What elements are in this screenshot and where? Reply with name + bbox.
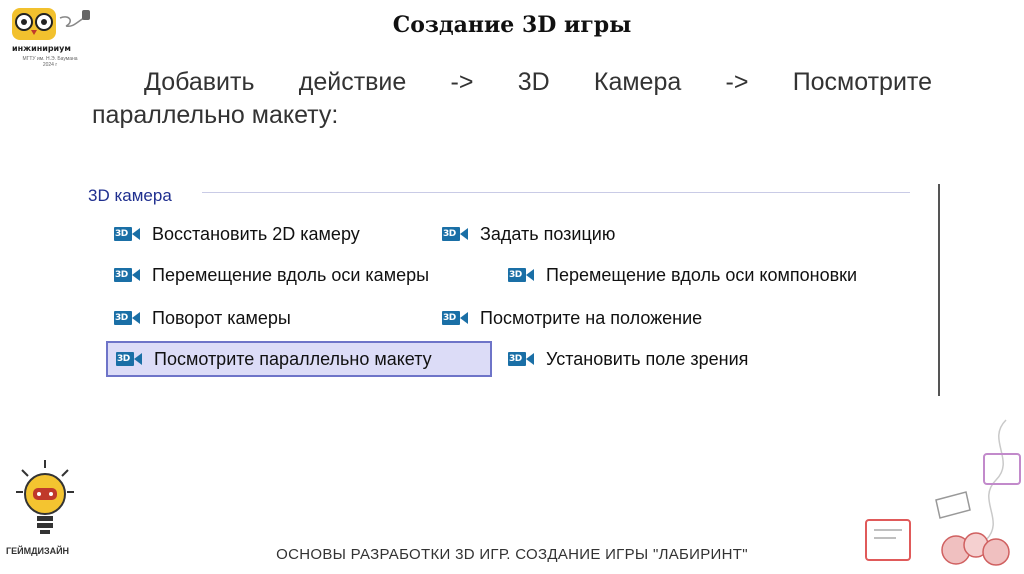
logo-name: инжинириум xyxy=(12,44,71,53)
intro-word: Камера xyxy=(593,68,682,96)
3d-camera-icon: 3D xyxy=(508,268,534,282)
3d-camera-icon: 3D xyxy=(116,352,142,366)
action-set-position[interactable]: 3D Задать позицию xyxy=(442,217,615,251)
action-label: Посмотрите параллельно макету xyxy=(154,348,432,369)
intro-line-1: Добавить действие -> 3D Камера -> Посмот… xyxy=(92,66,932,99)
gamepad-lightbulb-icon xyxy=(16,460,74,534)
action-look-parallel-to-layout[interactable]: 3D Посмотрите параллельно макету xyxy=(106,341,492,377)
decorative-doodle-icon xyxy=(865,419,1021,566)
3d-camera-icon: 3D xyxy=(114,311,140,325)
action-label: Установить поле зрения xyxy=(546,348,749,369)
panel-divider xyxy=(202,192,910,193)
action-look-at-position[interactable]: 3D Посмотрите на положение xyxy=(442,301,702,335)
intro-word: 3D xyxy=(517,68,550,96)
intro-word: -> xyxy=(450,68,474,96)
panel-title: 3D камера xyxy=(88,186,172,205)
action-label: Восстановить 2D камеру xyxy=(152,223,360,244)
3d-camera-icon: 3D xyxy=(114,268,140,282)
action-move-along-layout-axis[interactable]: 3D Перемещение вдоль оси компоновки xyxy=(508,258,857,292)
action-label: Перемещение вдоль оси камеры xyxy=(152,264,430,285)
action-move-along-camera-axis[interactable]: 3D Перемещение вдоль оси камеры xyxy=(114,258,429,292)
3d-camera-icon: 3D xyxy=(442,311,468,325)
action-restore-2d-camera[interactable]: 3D Восстановить 2D камеру xyxy=(114,217,360,251)
actions-panel: 3D камера 3D Восстановить 2D камеру 3D З… xyxy=(86,180,942,398)
intro-word: -> xyxy=(725,68,749,96)
panel-scrollbar[interactable] xyxy=(938,184,940,396)
action-label: Задать позицию xyxy=(480,223,616,244)
3d-camera-icon: 3D xyxy=(508,352,534,366)
3d-camera-icon: 3D xyxy=(442,227,468,241)
intro-word: Добавить xyxy=(144,68,255,96)
logo-subtitle: МГТУ им. Н.Э. Баумана 2024 г xyxy=(22,56,78,68)
slide-title: Создание 3D игры xyxy=(392,12,632,38)
action-label: Перемещение вдоль оси компоновки xyxy=(546,264,858,285)
action-label: Поворот камеры xyxy=(152,307,291,328)
intro-word: действие xyxy=(298,68,407,96)
intro-word: Посмотрите xyxy=(792,68,932,96)
action-label: Посмотрите на положение xyxy=(480,307,703,328)
intro-text: Добавить действие -> 3D Камера -> Посмот… xyxy=(92,66,932,132)
3d-camera-icon: 3D xyxy=(114,227,140,241)
intro-line-2: параллельно макету: xyxy=(92,101,339,129)
action-set-field-of-view[interactable]: 3D Установить поле зрения xyxy=(508,342,748,376)
action-rotate-camera[interactable]: 3D Поворот камеры xyxy=(114,301,291,335)
